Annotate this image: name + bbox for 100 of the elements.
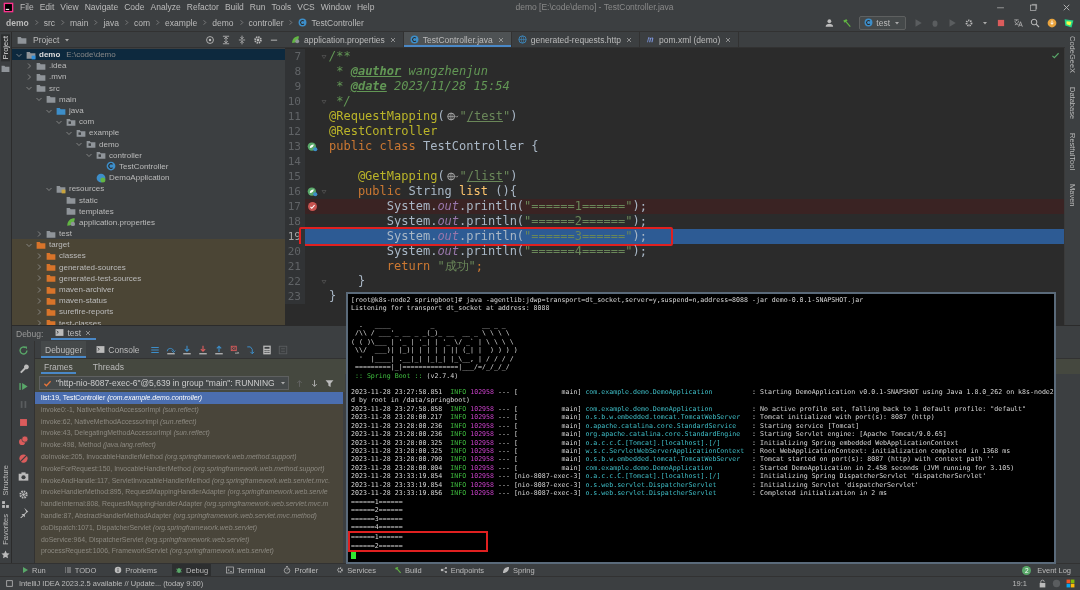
tree-item[interactable]: templates <box>12 205 285 217</box>
chevron-down-icon[interactable] <box>85 151 93 160</box>
breadcrumb[interactable]: main <box>70 17 89 28</box>
expand-all-icon[interactable] <box>221 34 231 45</box>
breadcrumb[interactable]: java <box>103 17 120 28</box>
menu-item[interactable]: Edit <box>39 2 55 12</box>
menu-item[interactable]: Code <box>124 2 145 12</box>
fold-icon[interactable] <box>320 97 328 106</box>
breadcrumb[interactable]: demo <box>6 17 29 28</box>
arrow-down-icon[interactable] <box>310 378 319 388</box>
run-configuration-dropdown[interactable]: test <box>859 15 906 30</box>
tree-item[interactable]: TestController <box>12 160 285 173</box>
run-icon[interactable] <box>913 17 923 28</box>
breadcrumb[interactable]: src <box>43 17 55 28</box>
tree-item[interactable]: demo E:\code\demo <box>12 49 285 61</box>
tree-item[interactable]: generated-test-sources <box>12 272 285 284</box>
plugin-logo-icon[interactable] <box>1064 17 1074 28</box>
settings-icon[interactable] <box>253 34 263 45</box>
tree-item[interactable]: com <box>12 116 285 128</box>
chevron-right-icon[interactable] <box>35 296 43 305</box>
breadcrumb[interactable]: controller <box>248 17 284 28</box>
mute-breakpoints-icon[interactable] <box>17 453 29 464</box>
chevron-down-icon[interactable] <box>75 140 83 149</box>
lock-icon[interactable] <box>1038 579 1047 588</box>
chevron-right-icon[interactable] <box>35 285 43 294</box>
menu-item[interactable]: Tools <box>271 2 292 12</box>
drop-frame-icon[interactable] <box>229 344 240 355</box>
chevron-right-icon[interactable] <box>35 307 43 316</box>
tree-item[interactable]: main <box>12 93 285 105</box>
close-icon[interactable] <box>84 328 93 337</box>
breakpoints-icon[interactable] <box>17 435 29 446</box>
editor-tab[interactable]: pom.xml (demo) <box>640 32 740 47</box>
close-icon[interactable] <box>496 35 505 44</box>
editor-tab[interactable]: application.properties <box>285 32 404 47</box>
tree-item[interactable]: generated-sources <box>12 261 285 273</box>
locate-icon[interactable] <box>205 34 215 45</box>
thread-dropdown[interactable]: "http-nio-8087-exec-6"@5,639 in group "main": RUNNING <box>39 376 289 390</box>
tree-item[interactable]: static <box>12 194 285 206</box>
force-step-into-icon[interactable] <box>197 344 208 355</box>
tree-item[interactable]: DemoApplication <box>12 172 285 184</box>
tree-item[interactable]: example <box>12 127 285 139</box>
fold-icon[interactable] <box>320 187 328 196</box>
menu-item[interactable]: Refactor <box>186 2 219 12</box>
tree-item[interactable]: surefire-reports <box>12 306 285 318</box>
debugger-tab[interactable]: Console <box>92 341 144 358</box>
menu-item[interactable]: Navigate <box>84 2 119 12</box>
chevron-right-icon[interactable] <box>25 72 33 81</box>
chevron-down-icon[interactable] <box>25 84 33 93</box>
chevron-right-icon[interactable] <box>35 229 43 238</box>
menu-item[interactable]: Analyze <box>150 2 181 12</box>
chevron-right-icon[interactable] <box>35 274 43 283</box>
menu-item[interactable]: Build <box>224 2 244 12</box>
resume-icon[interactable] <box>17 381 29 392</box>
editor-tab[interactable]: generated-requests.http <box>511 32 640 47</box>
chevron-right-icon[interactable] <box>25 61 33 70</box>
window-icon[interactable] <box>5 579 14 588</box>
editor-tab[interactable]: TestController.java <box>403 32 512 47</box>
breadcrumb[interactable]: TestController <box>311 17 364 28</box>
rerun-icon[interactable] <box>17 345 29 356</box>
menu-item[interactable]: View <box>60 2 79 12</box>
tree-item[interactable]: src <box>12 82 285 94</box>
tree-item[interactable]: classes <box>12 250 285 262</box>
tree-item[interactable]: test <box>12 228 285 240</box>
chevron-down-icon[interactable] <box>35 95 43 104</box>
search-icon[interactable] <box>1030 17 1040 28</box>
breadcrumb[interactable]: demo <box>212 17 234 28</box>
bean-icon[interactable] <box>306 141 318 152</box>
menu-icon[interactable] <box>149 344 160 355</box>
close-icon[interactable] <box>625 35 633 44</box>
frames-tab[interactable]: Frames <box>41 359 76 374</box>
tree-item[interactable]: application.properties <box>12 216 285 228</box>
project-view-dropdown[interactable]: Project <box>33 34 72 45</box>
bean-icon[interactable] <box>306 186 318 197</box>
hammer-icon[interactable] <box>842 17 853 28</box>
debugger-tab[interactable]: Debugger <box>41 341 87 358</box>
run-to-cursor-icon[interactable] <box>245 344 256 355</box>
tree-item[interactable]: .idea <box>12 60 285 72</box>
fold-icon[interactable] <box>320 52 328 61</box>
tree-item[interactable]: resources <box>12 183 285 195</box>
breakpoint-icon[interactable] <box>306 201 318 212</box>
menu-item[interactable]: Help <box>356 2 375 12</box>
tiles-icon[interactable] <box>1066 579 1075 588</box>
update-icon[interactable] <box>1047 17 1057 28</box>
tree-item[interactable]: target <box>12 239 285 251</box>
chevron-right-icon[interactable] <box>35 263 43 272</box>
chevron-right-icon[interactable] <box>35 319 43 325</box>
filter-icon[interactable] <box>325 378 334 388</box>
stop-icon[interactable] <box>996 17 1006 28</box>
stop-icon[interactable] <box>17 417 29 428</box>
coverage-icon[interactable] <box>947 17 957 28</box>
camera-icon[interactable] <box>17 471 29 482</box>
frames-tab[interactable]: Threads <box>89 359 127 374</box>
settings-icon[interactable] <box>17 489 29 500</box>
fold-icon[interactable] <box>320 277 328 286</box>
breadcrumb[interactable]: example <box>165 17 198 28</box>
tree-item[interactable]: maven-status <box>12 295 285 307</box>
tree-item[interactable]: .mvn <box>12 71 285 83</box>
maximize-icon[interactable] <box>1028 1 1039 13</box>
step-into-icon[interactable] <box>181 344 192 355</box>
tree-item[interactable]: controller <box>12 149 285 161</box>
